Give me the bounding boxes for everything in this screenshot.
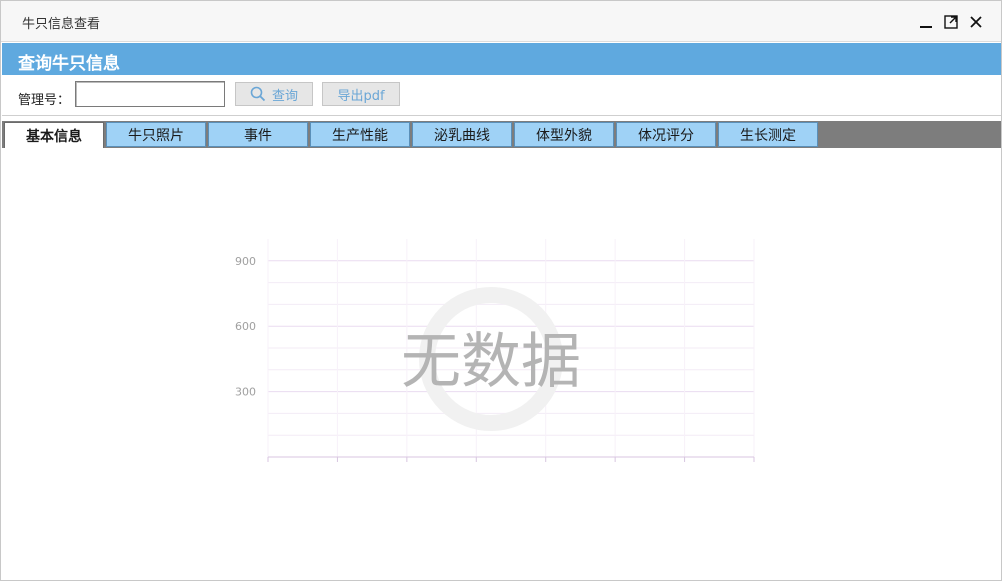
title-bar: 牛只信息查看 — [1, 1, 1001, 42]
y-tick-label: 600 — [235, 320, 256, 333]
search-icon — [250, 86, 266, 102]
y-tick-label: 900 — [235, 255, 256, 268]
tab-production-performance[interactable]: 生产性能 — [310, 122, 410, 147]
tab-cattle-photos[interactable]: 牛只照片 — [106, 122, 206, 147]
export-pdf-button[interactable]: 导出pdf — [322, 82, 400, 106]
close-icon[interactable] — [965, 11, 987, 33]
page-header: 查询牛只信息 — [2, 43, 1001, 75]
tab-basic-info[interactable]: 基本信息 — [4, 122, 104, 149]
maximize-icon[interactable] — [940, 11, 962, 33]
id-label: 管理号： — [18, 93, 71, 108]
search-toolbar: 管理号： 查询 导出pdf — [2, 77, 1001, 116]
tab-lactation-curve[interactable]: 泌乳曲线 — [412, 122, 512, 147]
management-number-input[interactable] — [75, 81, 225, 107]
page-title: 查询牛只信息 — [18, 54, 120, 74]
search-button[interactable]: 查询 — [235, 82, 313, 106]
search-button-label: 查询 — [271, 88, 298, 104]
tab-body-conformation[interactable]: 体型外貌 — [514, 122, 614, 147]
minimize-icon[interactable] — [915, 11, 937, 33]
tab-body-condition-score[interactable]: 体况评分 — [616, 122, 716, 147]
window: 牛只信息查看 查询牛只信息 管理号： 查询 导出pdf 基本信息 牛只照片 事件… — [0, 0, 1002, 581]
empty-chart: 900 600 300 无数据 — [235, 239, 755, 462]
tab-growth-measurement[interactable]: 生长测定 — [718, 122, 818, 147]
tab-events[interactable]: 事件 — [208, 122, 308, 147]
tab-bar: 基本信息 牛只照片 事件 生产性能 泌乳曲线 体型外貌 体况评分 生长测定 — [2, 121, 1001, 149]
y-tick-label: 300 — [235, 386, 256, 399]
chart-y-ticks: 900 600 300 — [235, 255, 256, 399]
no-data-text: 无数据 — [401, 327, 581, 397]
window-title: 牛只信息查看 — [22, 17, 101, 32]
export-pdf-label: 导出pdf — [337, 88, 385, 104]
